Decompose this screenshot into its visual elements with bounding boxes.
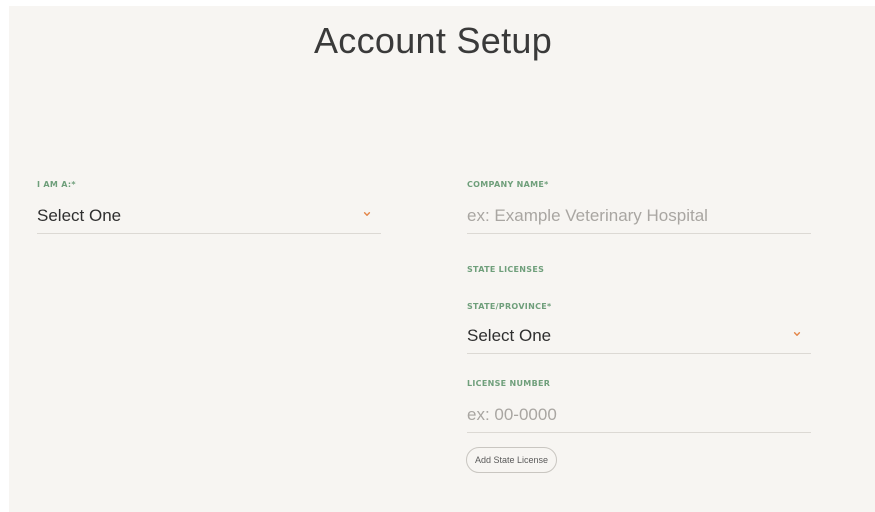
state-licenses-heading: STATE LICENSES xyxy=(467,265,545,274)
company-name-placeholder: ex: Example Veterinary Hospital xyxy=(467,206,708,225)
add-state-license-button[interactable]: Add State License xyxy=(466,447,558,473)
role-label: I AM A:* xyxy=(37,180,76,189)
account-setup-page: Account Setup I AM A:* Select One COMPAN… xyxy=(9,6,875,512)
license-number-placeholder: ex: 00-0000 xyxy=(467,405,557,424)
role-select[interactable]: Select One xyxy=(37,204,381,234)
company-name-label: COMPANY NAME* xyxy=(467,180,549,189)
license-number-label: LICENSE NUMBER xyxy=(467,379,551,388)
chevron-down-icon xyxy=(363,212,371,216)
state-province-select[interactable]: Select One xyxy=(467,324,811,354)
company-name-input[interactable]: ex: Example Veterinary Hospital xyxy=(467,204,811,234)
state-province-select-value: Select One xyxy=(467,326,552,345)
role-select-value: Select One xyxy=(37,206,122,225)
state-province-label: STATE/PROVINCE* xyxy=(467,302,552,311)
license-number-input[interactable]: ex: 00-0000 xyxy=(467,403,811,433)
chevron-down-icon xyxy=(793,332,801,336)
page-title: Account Setup xyxy=(313,20,553,61)
